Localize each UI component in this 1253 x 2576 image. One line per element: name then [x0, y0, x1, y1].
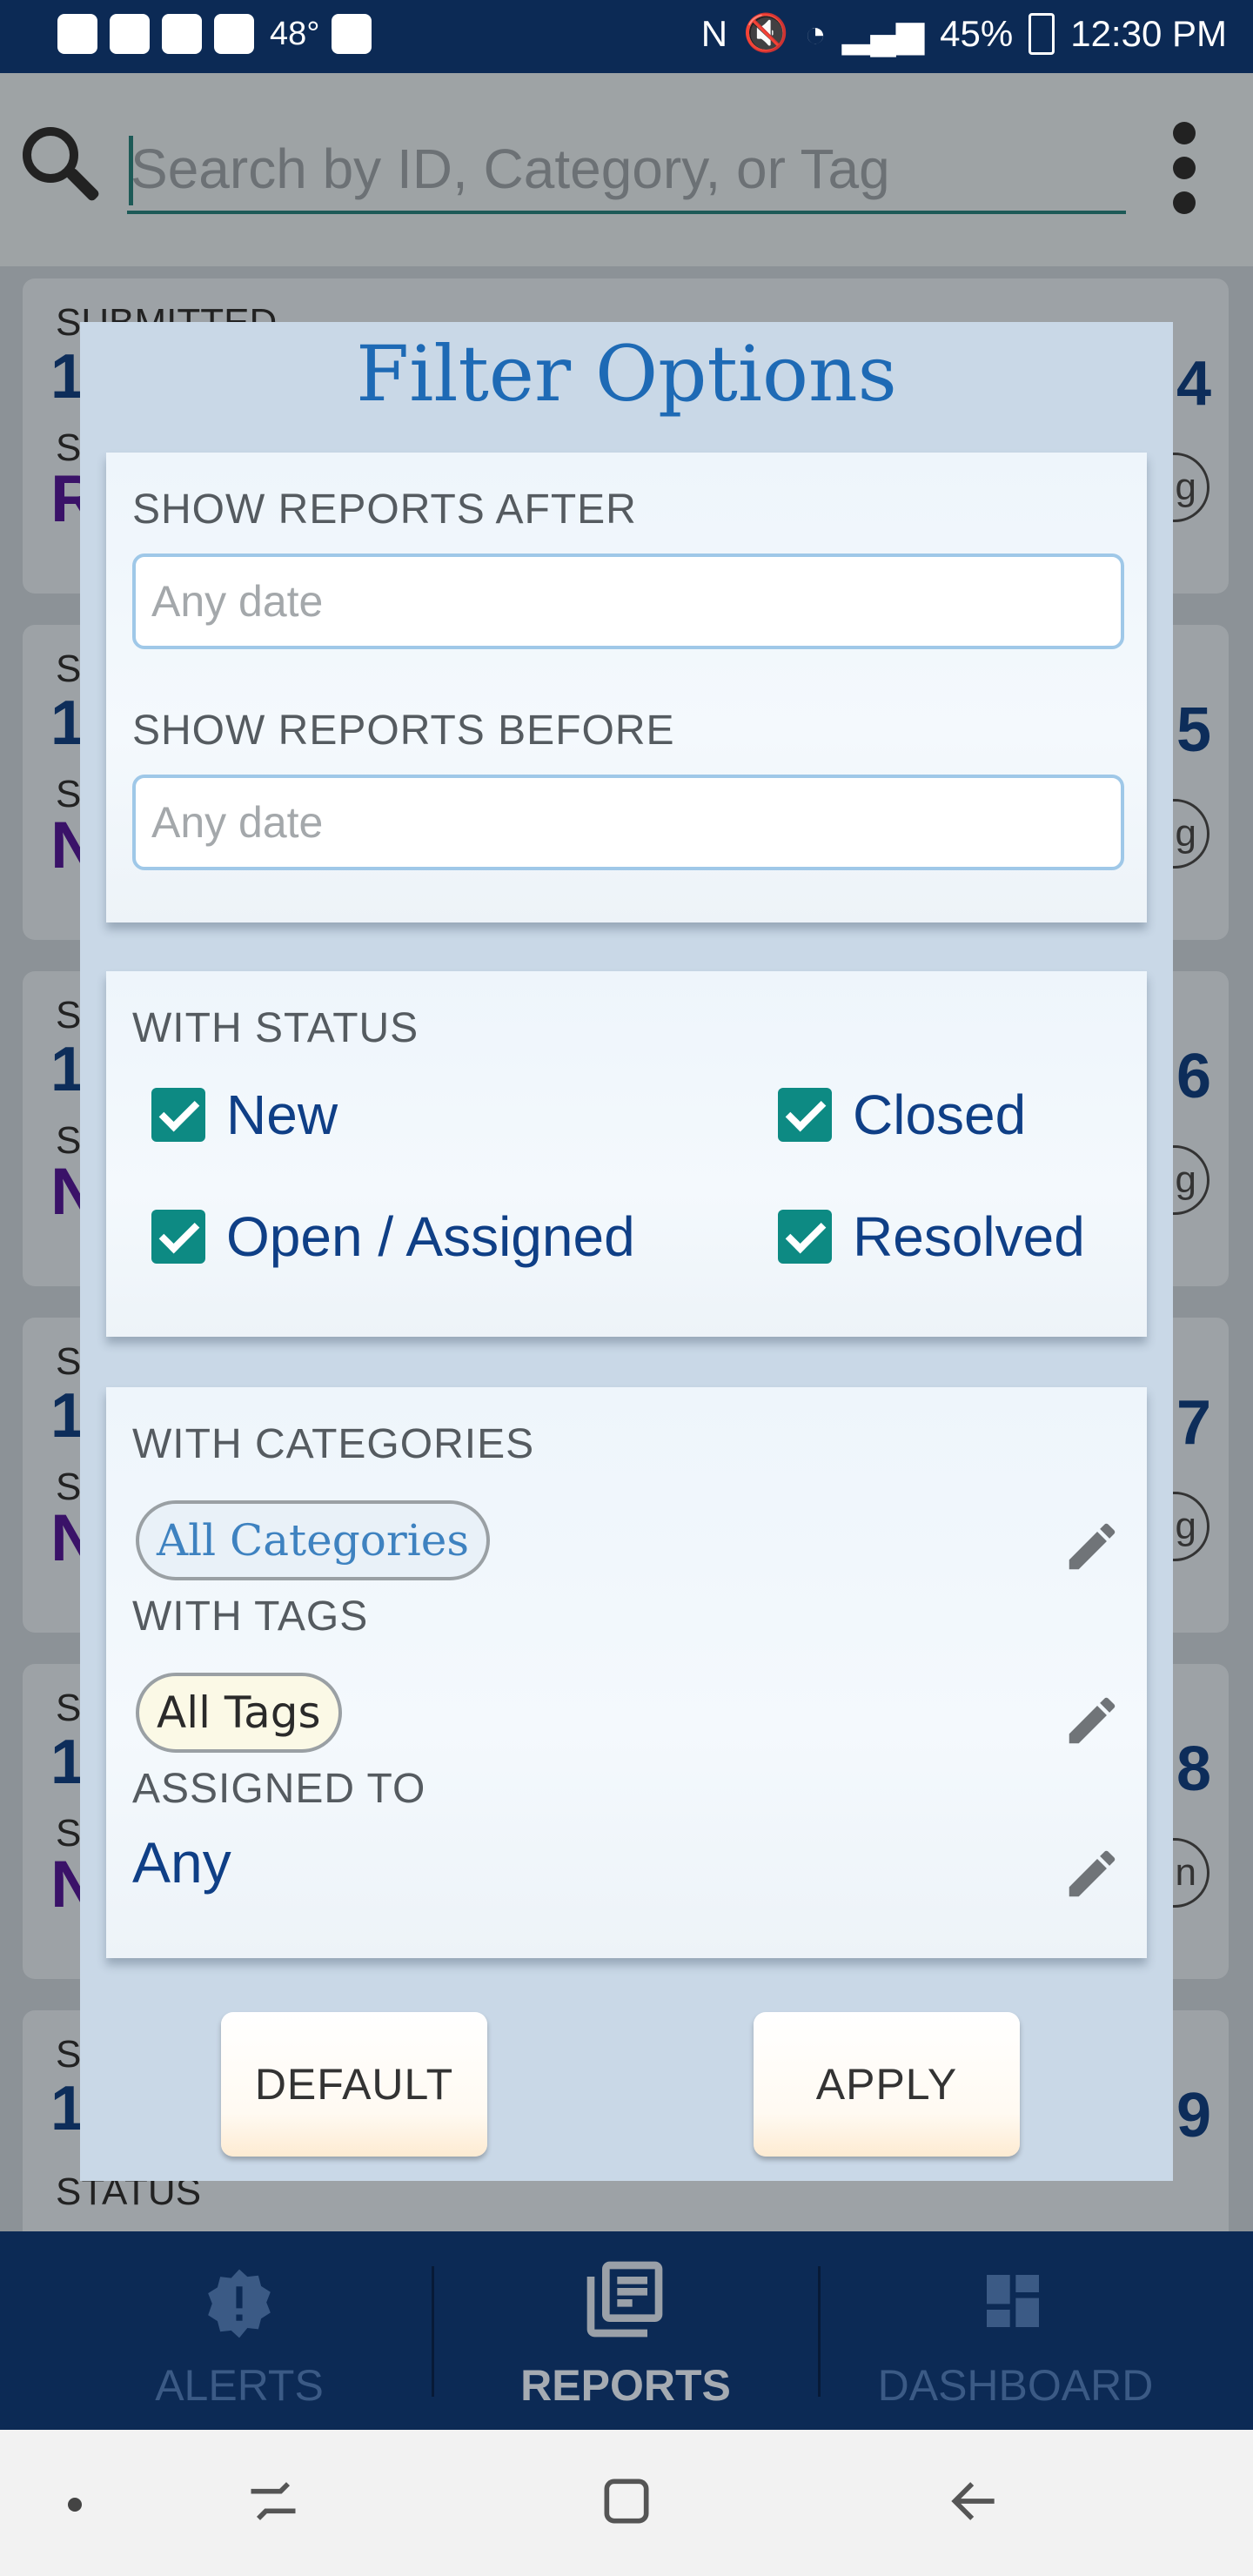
status-open-assigned-checkbox[interactable]: Open / Assigned — [151, 1204, 635, 1269]
dot-indicator-icon — [68, 2498, 82, 2512]
status-resolved-checkbox[interactable]: Resolved — [778, 1204, 1085, 1269]
status-closed-checkbox[interactable]: Closed — [778, 1083, 1026, 1147]
show-after-label: SHOW REPORTS AFTER — [132, 486, 637, 533]
with-categories-label: WITH CATEGORIES — [132, 1421, 535, 1467]
battery-percent: 45% — [940, 12, 1014, 54]
assigned-to-value[interactable]: Any — [132, 1829, 231, 1895]
tags-chip[interactable]: All Tags — [136, 1673, 342, 1753]
home-icon[interactable] — [597, 2472, 656, 2531]
nav-label: REPORTS — [520, 2361, 731, 2410]
assigned-to-label: ASSIGNED TO — [132, 1766, 426, 1812]
status-bar: 48° N 🔇 ◔ ▂▄▆ 45% 12:30 PM — [0, 0, 1253, 73]
nav-label: ALERTS — [155, 2361, 324, 2410]
check-notification-icon — [214, 14, 254, 54]
nfc-icon: N — [700, 12, 728, 54]
status-new-checkbox[interactable]: New — [151, 1083, 338, 1147]
report-id-partial: 4 — [1176, 349, 1211, 419]
nav-label: DASHBOARD — [877, 2361, 1154, 2410]
back-icon[interactable] — [945, 2472, 1004, 2531]
with-status-label: WITH STATUS — [132, 1005, 419, 1051]
app-notification-icon — [110, 14, 150, 54]
image-icon — [162, 14, 202, 54]
show-before-label: SHOW REPORTS BEFORE — [132, 708, 675, 754]
dashboard-icon — [987, 2275, 1039, 2327]
nav-divider — [818, 2266, 821, 2397]
wifi-icon: ◔ — [804, 12, 827, 54]
system-navigation-bar — [0, 2430, 1253, 2576]
filter-options-dialog: Filter Options SHOW REPORTS AFTER SHOW R… — [80, 322, 1173, 2181]
bottom-navigation: ALERTS REPORTS DASHBOARD — [0, 2231, 1253, 2430]
search-icon[interactable] — [23, 127, 78, 183]
temperature: 48° — [270, 15, 320, 52]
message-icon — [57, 14, 97, 54]
edit-assigned-icon[interactable] — [1062, 1843, 1122, 1904]
system-status: N 🔇 ◔ ▂▄▆ 45% 12:30 PM — [701, 12, 1227, 55]
checkbox-label: Resolved — [853, 1205, 1085, 1268]
notification-icons: 48° — [57, 14, 372, 54]
date-filter-panel: SHOW REPORTS AFTER SHOW REPORTS BEFORE — [106, 453, 1147, 922]
nav-alerts[interactable]: ALERTS — [45, 2231, 433, 2430]
battery-icon — [1029, 12, 1055, 55]
overflow-menu-icon[interactable] — [1171, 122, 1197, 226]
nav-reports[interactable]: REPORTS — [432, 2231, 820, 2430]
checkbox-checked-icon — [778, 1210, 832, 1264]
status-filter-panel: WITH STATUS New Closed Open / Assigned R… — [106, 971, 1147, 1337]
apply-button[interactable]: APPLY — [754, 2012, 1020, 2157]
dialog-title: Filter Options — [356, 329, 897, 419]
after-date-field[interactable] — [132, 553, 1124, 649]
before-date-field[interactable] — [132, 775, 1124, 870]
default-button[interactable]: DEFAULT — [221, 2012, 487, 2157]
categories-chip[interactable]: All Categories — [136, 1500, 490, 1580]
checkbox-label: Open / Assigned — [226, 1205, 635, 1268]
facebook-icon — [332, 14, 372, 54]
nav-dashboard[interactable]: DASHBOARD — [821, 2231, 1209, 2430]
text-cursor — [129, 136, 133, 205]
checkbox-label: New — [226, 1083, 338, 1146]
with-tags-label: WITH TAGS — [132, 1593, 369, 1640]
search-input[interactable] — [127, 127, 1126, 214]
mute-icon: 🔇 — [743, 12, 789, 53]
signal-icon: ▂▄▆ — [841, 13, 925, 54]
alert-badge-icon — [208, 2269, 271, 2338]
reports-icon — [586, 2261, 663, 2338]
attribute-filter-panel: WITH CATEGORIES All Categories WITH TAGS… — [106, 1387, 1147, 1958]
checkbox-label: Closed — [853, 1083, 1027, 1146]
checkbox-checked-icon — [151, 1210, 205, 1264]
edit-tags-icon[interactable] — [1062, 1690, 1122, 1751]
checkbox-checked-icon — [778, 1088, 832, 1142]
checkbox-checked-icon — [151, 1088, 205, 1142]
edit-categories-icon[interactable] — [1062, 1516, 1122, 1577]
clock: 12:30 PM — [1070, 12, 1227, 54]
recent-apps-icon[interactable] — [244, 2472, 303, 2531]
